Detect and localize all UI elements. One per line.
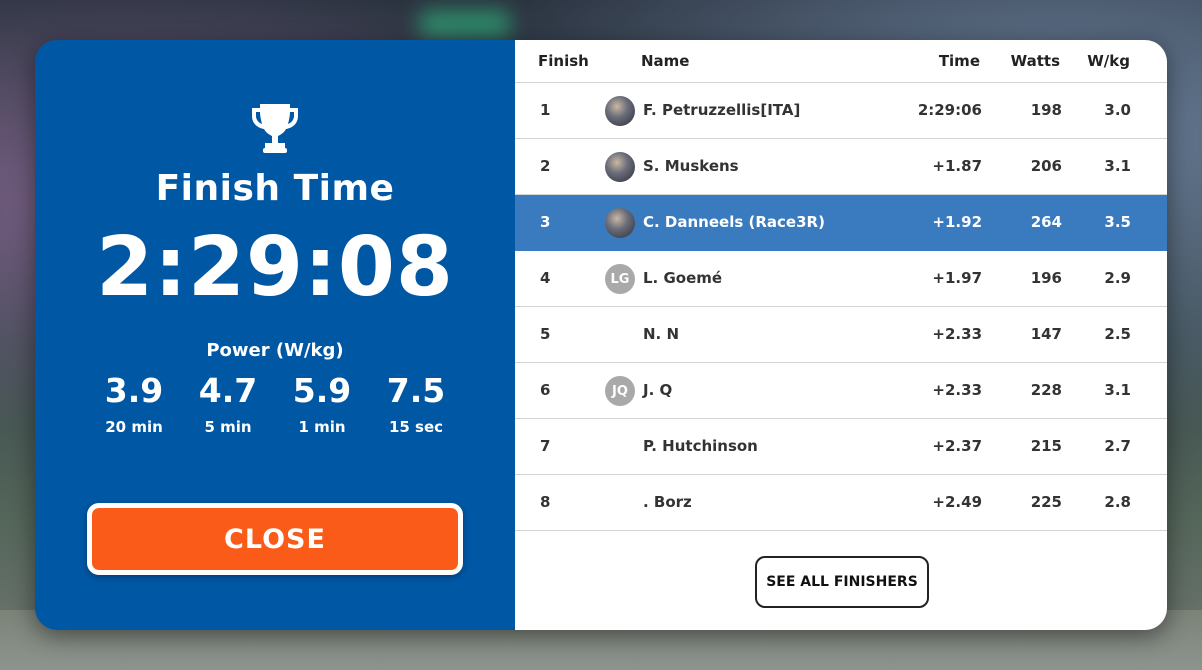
avatar: JQ <box>605 376 635 406</box>
rider-name: S. Muskens <box>643 157 739 175</box>
rider-wkg: 2.5 <box>1104 325 1131 343</box>
finish-time-title: Finish Time <box>155 168 395 209</box>
header-wkg: W/kg <box>1087 52 1130 70</box>
results-table-body: 1 F. Petruzzellis[ITA] 2:29:06 198 3.0 2 S. Mu… <box>515 83 1167 531</box>
power-stats: 3.9 20 min 4.7 5 min 5.9 1 min 7.5 15 se… <box>87 370 463 436</box>
power-stat-value: 4.7 <box>198 371 258 410</box>
race-results-modal: Finish Time 2:29:08 Power (W/kg) 3.9 20 … <box>35 40 1167 630</box>
finish-summary-panel: Finish Time 2:29:08 Power (W/kg) 3.9 20 … <box>35 40 515 630</box>
finish-time-value: 2:29:08 <box>96 220 454 315</box>
table-row[interactable]: 2 S. Muskens +1.87 206 3.1 <box>515 139 1167 195</box>
finish-position: 8 <box>540 493 551 511</box>
finish-position: 6 <box>540 381 551 399</box>
rider-name: J. Q <box>643 381 673 399</box>
power-stat-value: 5.9 <box>292 371 352 410</box>
finish-time-gap: +1.87 <box>932 157 982 175</box>
table-row[interactable]: 7 P. Hutchinson +2.37 215 2.7 <box>515 419 1167 475</box>
finish-time-gap: +2.49 <box>932 493 982 511</box>
power-stat-value: 3.9 <box>104 371 164 410</box>
rider-watts: 206 <box>1030 157 1062 175</box>
results-table-header: Finish Name Time Watts W/kg <box>515 40 1167 83</box>
rider-name: . Borz <box>643 493 692 511</box>
table-row[interactable]: 4 LG L. Goemé +1.97 196 2.9 <box>515 251 1167 307</box>
rider-name: P. Hutchinson <box>643 437 758 455</box>
finish-time-gap: +2.33 <box>932 381 982 399</box>
rider-wkg: 3.1 <box>1104 157 1131 175</box>
rider-wkg: 2.9 <box>1104 269 1131 287</box>
finish-position: 3 <box>540 213 551 231</box>
finish-position: 7 <box>540 437 551 455</box>
header-watts: Watts <box>1010 52 1060 70</box>
finish-time-gap: +1.97 <box>932 269 982 287</box>
table-row[interactable]: 8 . Borz +2.49 225 2.8 <box>515 475 1167 531</box>
finish-time-gap: +2.33 <box>932 325 982 343</box>
power-stat-label: 1 min <box>298 418 346 436</box>
table-row[interactable]: 3 C. Danneels (Race3R) +1.92 264 3.5 <box>515 195 1167 251</box>
rider-wkg: 2.8 <box>1104 493 1131 511</box>
finish-time-gap: +2.37 <box>932 437 982 455</box>
finish-time-gap: +1.92 <box>932 213 982 231</box>
rider-watts: 147 <box>1030 325 1062 343</box>
table-row[interactable]: 5 N. N +2.33 147 2.5 <box>515 307 1167 363</box>
power-stat-5min: 4.7 5 min <box>181 370 275 436</box>
close-button[interactable]: CLOSE <box>87 503 463 575</box>
power-label: Power (W/kg) <box>206 340 344 361</box>
power-stat-15sec: 7.5 15 sec <box>369 370 463 436</box>
rider-watts: 228 <box>1030 381 1062 399</box>
power-stat-value: 7.5 <box>386 371 446 410</box>
header-name: Name <box>641 52 690 70</box>
power-stat-label: 15 sec <box>388 418 444 436</box>
results-table-panel: Finish Name Time Watts W/kg 1 F. Petruzze… <box>515 40 1167 630</box>
rider-name: F. Petruzzellis[ITA] <box>643 101 801 119</box>
see-all-finishers-button[interactable]: SEE ALL FINISHERS <box>755 556 929 608</box>
avatar <box>605 96 635 126</box>
rider-watts: 196 <box>1030 269 1062 287</box>
rider-wkg: 3.1 <box>1104 381 1131 399</box>
finish-time-gap: 2:29:06 <box>917 101 982 119</box>
avatar <box>605 208 635 238</box>
power-stat-1min: 5.9 1 min <box>275 370 369 436</box>
rider-watts: 225 <box>1030 493 1062 511</box>
power-stat-label: 20 min <box>105 418 163 436</box>
power-stat-20min: 3.9 20 min <box>87 370 181 436</box>
rider-name: L. Goemé <box>643 269 723 287</box>
rider-wkg: 3.5 <box>1104 213 1131 231</box>
power-stat-label: 5 min <box>204 418 252 436</box>
rider-wkg: 2.7 <box>1104 437 1131 455</box>
rider-watts: 264 <box>1030 213 1062 231</box>
header-time: Time <box>938 52 980 70</box>
rider-watts: 215 <box>1030 437 1062 455</box>
finish-position: 2 <box>540 157 551 175</box>
rider-name: C. Danneels (Race3R) <box>643 213 825 231</box>
header-finish: Finish <box>538 52 589 70</box>
rider-watts: 198 <box>1030 101 1062 119</box>
finish-position: 1 <box>540 101 551 119</box>
avatar: LG <box>605 264 635 294</box>
finish-position: 4 <box>540 269 551 287</box>
trophy-icon <box>252 104 298 153</box>
rider-name: N. N <box>643 325 680 343</box>
rider-wkg: 3.0 <box>1104 101 1131 119</box>
background-light <box>420 10 510 38</box>
table-row[interactable]: 1 F. Petruzzellis[ITA] 2:29:06 198 3.0 <box>515 83 1167 139</box>
avatar <box>605 152 635 182</box>
finish-position: 5 <box>540 325 551 343</box>
table-row[interactable]: 6 JQ J. Q +2.33 228 3.1 <box>515 363 1167 419</box>
